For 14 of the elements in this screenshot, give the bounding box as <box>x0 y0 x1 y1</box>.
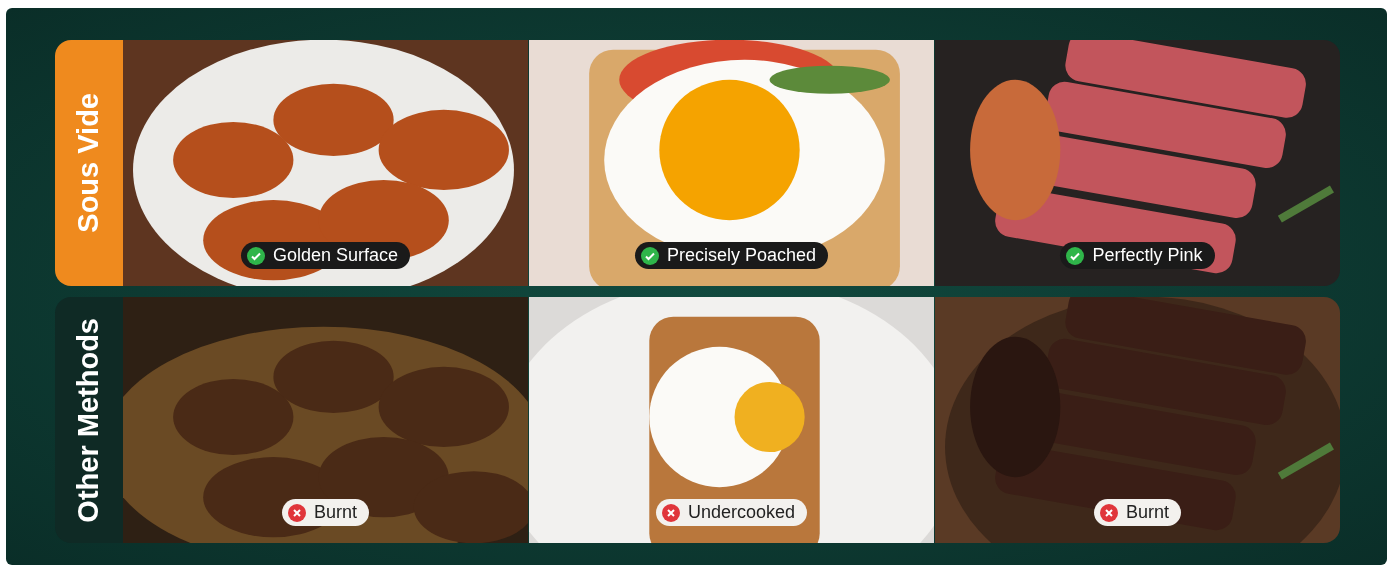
caption-badge: Golden Surface <box>240 242 411 269</box>
row-title: Sous Vide <box>71 93 106 233</box>
caption-badge: Perfectly Pink <box>1060 242 1215 269</box>
row-title: Other Methods <box>71 317 106 523</box>
check-icon <box>1066 246 1085 265</box>
caption-badge: Precisely Poached <box>634 242 829 269</box>
caption-badge: Undercooked <box>655 499 808 526</box>
cross-icon <box>288 503 306 522</box>
check-icon <box>246 246 265 265</box>
caption-badge: Burnt <box>282 499 369 526</box>
check-icon <box>640 246 659 265</box>
caption-badge: Burnt <box>1094 499 1181 526</box>
cross-icon <box>1100 503 1118 522</box>
cross-icon <box>661 503 680 522</box>
